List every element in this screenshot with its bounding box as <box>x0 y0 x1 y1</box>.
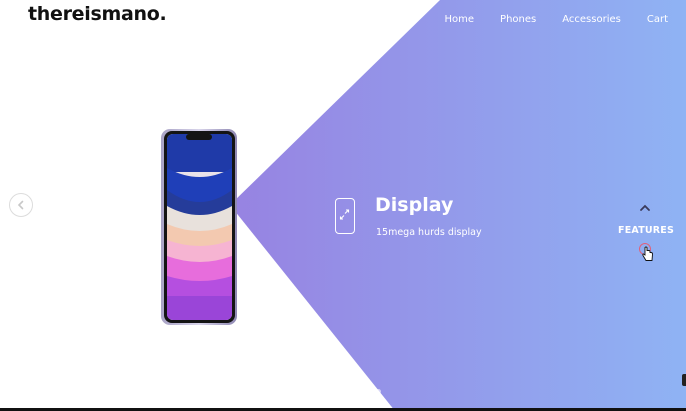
main-nav: Home Phones Accessories Cart <box>419 14 668 25</box>
slide-dot[interactable] <box>376 389 381 394</box>
feature-description: 15mega hurds display <box>376 227 482 238</box>
phone-image <box>161 129 237 325</box>
brand-logo[interactable]: thereismano. <box>28 3 167 25</box>
phone-expand-icon <box>335 198 355 234</box>
nav-item-accessories[interactable]: Accessories <box>562 14 621 25</box>
features-section-label[interactable]: FEATURES <box>618 225 674 236</box>
chevron-up-icon[interactable] <box>638 203 652 213</box>
chevron-left-icon <box>17 200 24 210</box>
nav-item-phones[interactable]: Phones <box>500 14 536 25</box>
nav-item-cart[interactable]: Cart <box>647 14 668 25</box>
feature-title: Display <box>375 194 454 216</box>
edge-marker <box>682 374 686 386</box>
hand-cursor-icon <box>642 246 653 261</box>
nav-item-home[interactable]: Home <box>445 14 475 25</box>
carousel-prev-button[interactable] <box>9 193 33 217</box>
hero-section: thereismano. Home Phones Accessories Car… <box>0 0 686 411</box>
